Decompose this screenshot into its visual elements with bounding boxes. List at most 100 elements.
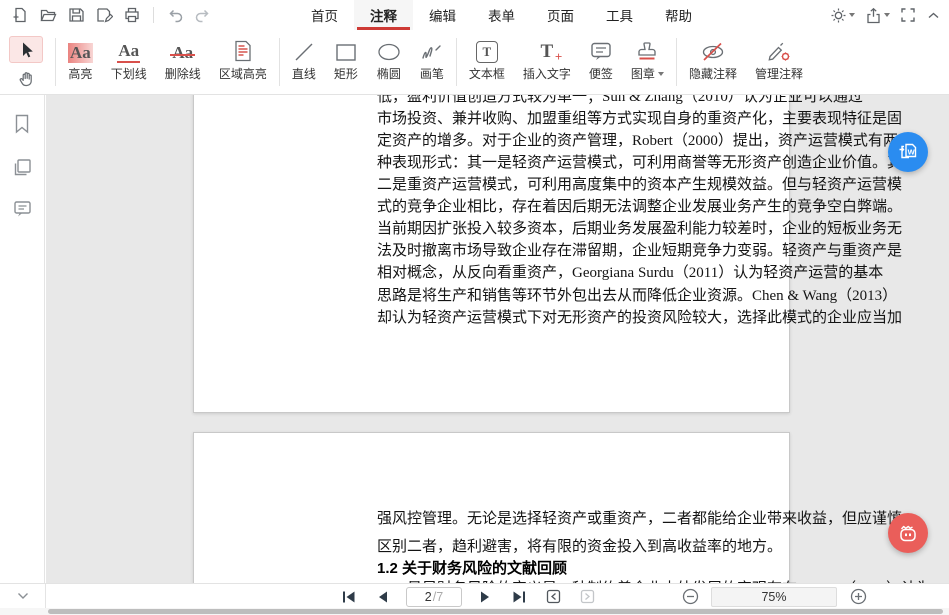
quick-access-separator <box>153 7 154 23</box>
underline-icon: Aa <box>117 41 140 63</box>
page1-line: 法及时撤离市场导致企业存在滞留期，企业短期竞争力变弱。轻资产与重资产是 <box>377 241 907 261</box>
print-button[interactable] <box>120 3 144 27</box>
hide-annotations-label: 隐藏注释 <box>689 66 737 82</box>
next-page-button[interactable] <box>474 586 496 608</box>
hand-tool-button[interactable] <box>9 66 43 90</box>
manage-annotations-tool[interactable]: 管理注释 <box>746 34 812 90</box>
tab-help[interactable]: 帮助 <box>649 0 708 30</box>
note-tool[interactable]: 便签 <box>580 34 622 90</box>
page1-line: 式的竞争企业相比，存在着因后期无法调整企业发展业务产生的竞争空白弊端。 <box>377 197 907 217</box>
assistant-robot-button[interactable] <box>888 513 928 553</box>
area-highlight-tool[interactable]: 区域高亮 <box>210 34 276 90</box>
undo-icon <box>166 6 184 24</box>
line-label: 直线 <box>292 66 316 82</box>
convert-to-word-icon: W <box>896 140 920 164</box>
zoom-controls: 75% <box>679 584 869 609</box>
tab-home[interactable]: 首页 <box>295 0 354 30</box>
print-icon <box>123 6 141 24</box>
status-bar: 2 /7 75% <box>0 583 949 608</box>
comment-icon <box>12 199 33 219</box>
save-as-icon <box>95 6 113 24</box>
previous-page-button[interactable] <box>372 586 394 608</box>
svg-text:W: W <box>908 148 916 157</box>
comments-panel-button[interactable] <box>12 199 33 219</box>
thumbnails-panel-button[interactable] <box>12 157 33 178</box>
statusbar-divider <box>45 584 46 608</box>
open-file-button[interactable] <box>36 3 60 27</box>
strikeout-label: 删除线 <box>165 66 201 82</box>
convert-to-word-button[interactable]: W <box>888 132 928 172</box>
document-viewport[interactable]: 低，盈利价值创造方式较为单一；Sun & Zhang（2010）认为企业可以通过… <box>46 95 949 583</box>
collapse-panel-button[interactable] <box>16 590 30 602</box>
tab-page[interactable]: 页面 <box>531 0 590 30</box>
page1-line: 定资产的增多。对于企业的资产管理，Robert（2000）提出，资产运营模式有两 <box>377 131 907 151</box>
hand-icon <box>17 69 36 88</box>
page1-line: 当前期因扩张投入较多资本，后期业务发展盈利能力较差时，企业的短板业务无 <box>377 219 907 239</box>
last-page-button[interactable] <box>508 586 530 608</box>
next-view-button[interactable] <box>576 586 598 608</box>
new-file-button[interactable] <box>8 3 32 27</box>
strikeout-icon: Aa <box>171 43 194 63</box>
theme-caret-icon <box>849 13 855 17</box>
previous-view-button[interactable] <box>542 586 564 608</box>
navigation-sidebar <box>0 95 45 608</box>
stamp-caret-icon <box>658 72 664 76</box>
pencil-tool[interactable]: 画笔 <box>411 34 453 90</box>
pdf-page-2: 强风控管理。无论是选择轻资产或重资产，二者都能给企业带来收益，但应谨慎 区别二者… <box>193 432 790 583</box>
fullscreen-button[interactable] <box>900 7 916 23</box>
redo-button[interactable] <box>191 3 215 27</box>
ellipse-tool[interactable]: 椭圆 <box>367 34 411 90</box>
undo-button[interactable] <box>163 3 187 27</box>
area-highlight-icon <box>232 39 254 63</box>
stamp-label: 图章 <box>631 66 664 82</box>
horizontal-scrollbar[interactable] <box>0 608 949 615</box>
page1-line: 相对概念，从反向看重资产，Georgiana Surdu（2011）认为轻资产运… <box>377 263 907 283</box>
area-highlight-label: 区域高亮 <box>219 66 267 82</box>
first-page-icon <box>341 590 357 604</box>
note-label: 便签 <box>589 66 613 82</box>
tab-form[interactable]: 表单 <box>472 0 531 30</box>
horizontal-scrollbar-thumb[interactable] <box>48 609 943 614</box>
share-button[interactable] <box>865 7 890 24</box>
next-page-icon <box>479 590 491 604</box>
page-number-input[interactable]: 2 /7 <box>406 587 462 607</box>
redo-icon <box>194 6 212 24</box>
page1-line: 思路是将生产和销售等环节外包出去从而降低企业资源。Chen & Wang（201… <box>377 286 907 306</box>
previous-view-icon <box>545 588 562 605</box>
zoom-out-button[interactable] <box>679 586 701 608</box>
tab-annotate[interactable]: 注释 <box>354 0 413 30</box>
pointer-tools <box>0 34 52 90</box>
stamp-tool[interactable]: 图章 <box>622 34 673 90</box>
insert-text-tool[interactable]: T+ 插入文字 <box>514 34 580 90</box>
last-page-icon <box>511 590 527 604</box>
strikeout-tool[interactable]: Aa 删除线 <box>156 34 210 90</box>
total-pages-label: /7 <box>433 590 443 604</box>
zoom-level-display[interactable]: 75% <box>711 587 837 607</box>
textbox-tool[interactable]: T 文本框 <box>460 34 514 90</box>
zoom-value: 75% <box>761 590 786 604</box>
pdf-annotator-window: 首页 注释 编辑 表单 页面 工具 帮助 <box>0 0 949 615</box>
select-tool-button[interactable] <box>9 36 43 63</box>
bookmarks-panel-button[interactable] <box>12 113 32 135</box>
save-button[interactable] <box>64 3 88 27</box>
page2-line: 强风控管理。无论是选择轻资产或重资产，二者都能给企业带来收益，但应谨慎 <box>377 509 907 529</box>
cursor-arrow-icon <box>16 40 36 60</box>
rectangle-tool[interactable]: 矩形 <box>325 34 367 90</box>
first-page-button[interactable] <box>338 586 360 608</box>
underline-tool[interactable]: Aa 下划线 <box>102 34 156 90</box>
theme-button[interactable] <box>830 7 855 24</box>
current-page-value: 2 <box>425 590 432 604</box>
line-tool[interactable]: 直线 <box>283 34 325 90</box>
zoom-in-button[interactable] <box>847 586 869 608</box>
page1-line: 二是重资产运营模式，可利用高度集中的资本产生规模效益。但与轻资产运营模 <box>377 175 907 195</box>
tab-edit[interactable]: 编辑 <box>413 0 472 30</box>
tab-tools[interactable]: 工具 <box>590 0 649 30</box>
pdf-page-1: 低，盈利价值创造方式较为单一；Sun & Zhang（2010）认为企业可以通过… <box>193 95 790 413</box>
line-icon <box>293 41 315 63</box>
collapse-ribbon-button[interactable] <box>926 8 941 23</box>
next-view-icon <box>579 588 596 605</box>
hide-annotations-tool[interactable]: 隐藏注释 <box>680 34 746 90</box>
page-navigation: 2 /7 <box>338 584 598 609</box>
save-as-button[interactable] <box>92 3 116 27</box>
highlight-tool[interactable]: Aa 高亮 <box>59 34 102 90</box>
